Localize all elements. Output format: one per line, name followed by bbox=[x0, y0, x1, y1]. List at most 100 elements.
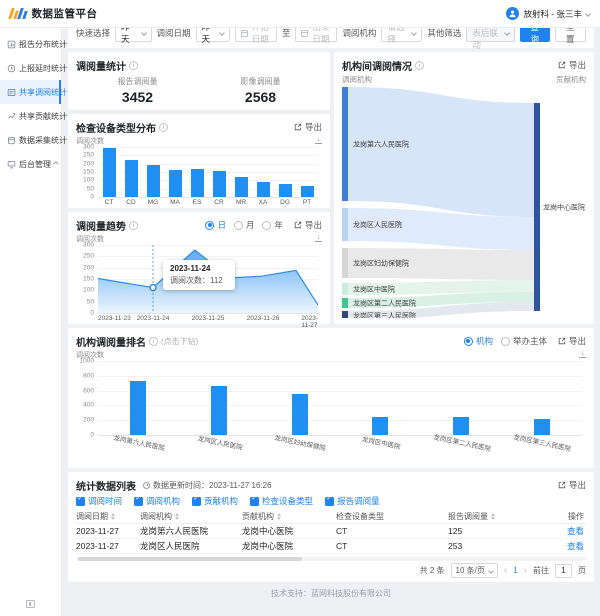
sidebar-collapse-icon[interactable] bbox=[26, 600, 35, 608]
bar-XA[interactable] bbox=[257, 182, 270, 197]
export-button[interactable]: 导出 bbox=[294, 219, 322, 231]
radio-icon bbox=[464, 337, 473, 346]
cell-device: CT bbox=[336, 526, 448, 536]
sidebar-item-label: 上报延时统计 bbox=[19, 63, 67, 74]
checkbox-checked-icon bbox=[134, 497, 143, 506]
device-distribution-chart: 调阅次数 050100150200250300CTCDMGMAESCRMRXAD… bbox=[76, 136, 322, 206]
radio-icon bbox=[205, 221, 214, 230]
export-button[interactable]: 导出 bbox=[558, 479, 586, 491]
ranking-mode-option[interactable]: 举办主体 bbox=[501, 335, 547, 347]
export-button[interactable]: 导出 bbox=[558, 335, 586, 347]
checkbox-label: 检查设备类型 bbox=[262, 495, 313, 507]
sort-icon[interactable] bbox=[491, 513, 495, 520]
app-header: 数据监管平台 放射科 - 张三丰 bbox=[0, 0, 600, 28]
bar-龙岗区第二人民医院[interactable] bbox=[453, 417, 469, 436]
sidebar-item-1[interactable]: 报告分布统计 bbox=[0, 32, 61, 56]
sort-icon[interactable] bbox=[175, 513, 179, 520]
column-checkbox[interactable]: 检查设备类型 bbox=[250, 495, 313, 507]
x-tick-label: CR bbox=[208, 197, 230, 206]
info-icon bbox=[415, 61, 424, 70]
svg-text:龙岗第六人民医院: 龙岗第六人民医院 bbox=[353, 140, 409, 149]
y-tick-label: 0 bbox=[76, 432, 94, 439]
view-link[interactable]: 查看 bbox=[567, 525, 584, 537]
user-menu[interactable]: 放射科 - 张三丰 bbox=[506, 7, 590, 20]
ranking-chart: 调阅次数 02004006008001000龙岗第六人民医院龙岗区人民医院龙岗区… bbox=[76, 350, 586, 459]
y-tick-label: 800 bbox=[76, 372, 94, 379]
save-image-icon[interactable] bbox=[579, 351, 586, 358]
current-page[interactable]: 1 bbox=[513, 566, 517, 575]
column-checkbox[interactable]: 调阅机构 bbox=[134, 495, 180, 507]
sort-icon[interactable] bbox=[277, 513, 281, 520]
sidebar-item-6[interactable]: 后台管理 bbox=[0, 152, 61, 176]
bar-MG[interactable] bbox=[147, 165, 160, 197]
ranking-mode-radios: 机构举办主体 bbox=[456, 335, 547, 347]
y-tick-label: 300 bbox=[76, 144, 94, 151]
bar-龙岗区妇幼保健院[interactable] bbox=[292, 394, 308, 435]
next-page-button[interactable]: › bbox=[524, 566, 527, 576]
sidebar-item-4[interactable]: 共享贡献统计 bbox=[0, 104, 61, 128]
bar-MR[interactable] bbox=[235, 177, 248, 197]
bar-CR[interactable] bbox=[213, 171, 226, 197]
bar-MA[interactable] bbox=[169, 170, 182, 198]
trend-chart: 调阅次数 2023-11-24 调阅次数：112 050100150200250… bbox=[76, 234, 322, 322]
bars bbox=[98, 361, 582, 435]
y-tick-label: 300 bbox=[76, 242, 94, 249]
y-tick-label: 100 bbox=[76, 177, 94, 184]
y-tick-label: 50 bbox=[76, 298, 94, 305]
y-tick-label: 250 bbox=[76, 152, 94, 159]
trend-period-option[interactable]: 年 bbox=[262, 219, 283, 231]
footer-text: 技术支持：蓝网科技股份有限公司 bbox=[68, 582, 594, 603]
bar-CD[interactable] bbox=[125, 160, 138, 197]
page-size-select[interactable]: 10 条/页 bbox=[451, 563, 498, 578]
sidebar-item-2[interactable]: 上报延时统计 bbox=[0, 56, 61, 80]
y-tick-label: 0 bbox=[76, 194, 94, 201]
sort-icon[interactable] bbox=[111, 513, 115, 520]
bar-龙岗第六人民医院[interactable] bbox=[130, 381, 146, 435]
y-tick-label: 100 bbox=[76, 287, 94, 294]
chevron-down-icon bbox=[141, 30, 147, 36]
card-title: 统计数据列表 bbox=[76, 478, 136, 493]
svg-text:龙岗区中医院: 龙岗区中医院 bbox=[353, 285, 395, 294]
export-button[interactable]: 导出 bbox=[294, 121, 322, 133]
bar-DG[interactable] bbox=[279, 184, 292, 197]
y-tick-label: 200 bbox=[76, 160, 94, 167]
scrollbar-thumb[interactable] bbox=[78, 557, 302, 561]
save-image-icon[interactable] bbox=[315, 137, 322, 144]
goto-label: 前往 bbox=[533, 565, 549, 576]
bar-龙岗区中医院[interactable] bbox=[372, 417, 388, 436]
export-button[interactable]: 导出 bbox=[558, 59, 586, 71]
sidebar-item-label: 报告分布统计 bbox=[19, 39, 67, 50]
y-tick-label: 250 bbox=[76, 253, 94, 260]
y-tick-label: 50 bbox=[76, 185, 94, 192]
trend-period-option[interactable]: 日 bbox=[205, 219, 226, 231]
cell-contrib: 龙岗中心医院 bbox=[242, 525, 336, 537]
chart-tooltip: 2023-11-24 调阅次数：112 bbox=[163, 260, 235, 290]
bar-slot bbox=[98, 361, 179, 435]
radio-icon bbox=[501, 337, 510, 346]
chevron-down-icon bbox=[219, 30, 225, 36]
goto-page-input[interactable] bbox=[555, 564, 572, 578]
radio-label: 月 bbox=[246, 219, 255, 231]
ranking-mode-option[interactable]: 机构 bbox=[464, 335, 493, 347]
sidebar-item-3[interactable]: 共享调阅统计 bbox=[0, 80, 61, 104]
svg-text:龙岗区第二人民医院: 龙岗区第二人民医院 bbox=[353, 299, 416, 308]
bar-ES[interactable] bbox=[191, 169, 204, 197]
y-tick-label: 1000 bbox=[76, 358, 94, 365]
y-tick-label: 400 bbox=[76, 402, 94, 409]
column-checkbox[interactable]: 贡献机构 bbox=[192, 495, 238, 507]
bar-PT[interactable] bbox=[301, 186, 314, 197]
horizontal-scrollbar bbox=[76, 557, 586, 561]
column-checkbox[interactable]: 报告调阅量 bbox=[325, 495, 380, 507]
view-link[interactable]: 查看 bbox=[567, 540, 584, 552]
main-content: 数据更新时间：2023-11-27 16:28 快速选择 昨天 调阅日期 昨天 … bbox=[62, 0, 600, 603]
bar-龙岗区人民医院[interactable] bbox=[211, 386, 227, 435]
sankey-target-header: 贡献机构 bbox=[556, 74, 586, 85]
trend-period-option[interactable]: 月 bbox=[234, 219, 255, 231]
prev-page-button[interactable]: ‹ bbox=[504, 566, 507, 576]
bar-CT[interactable] bbox=[103, 148, 116, 197]
save-image-icon[interactable] bbox=[315, 235, 322, 242]
bar-slot bbox=[421, 361, 502, 435]
column-checkbox[interactable]: 调阅时间 bbox=[76, 495, 122, 507]
sidebar-item-5[interactable]: 数据采集统计 bbox=[0, 128, 61, 152]
bar-slot bbox=[501, 361, 582, 435]
